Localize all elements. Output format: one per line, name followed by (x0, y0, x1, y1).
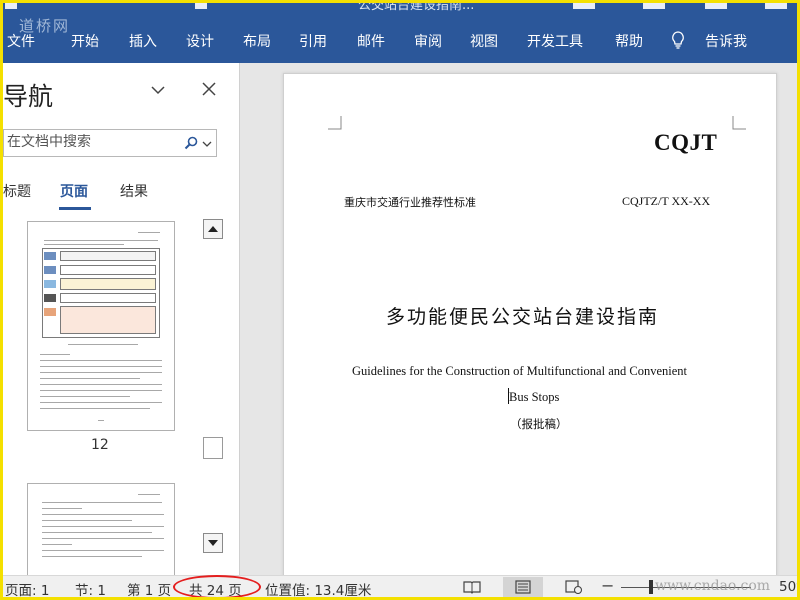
tell-me-search[interactable]: 告诉我 (705, 31, 747, 51)
standard-logo: CQJT (654, 130, 718, 155)
close-icon[interactable] (201, 81, 217, 97)
thumbnail-page-number: 12 (91, 437, 109, 453)
ribbon-display-icon[interactable] (573, 3, 595, 9)
scroll-down-button[interactable] (203, 533, 223, 553)
tab-design[interactable]: 设计 (186, 31, 214, 51)
watermark-url: www.cndao.com (655, 578, 771, 594)
text-cursor (508, 388, 509, 404)
document-title-en-line2: Bus Stops (509, 390, 560, 404)
search-input[interactable] (7, 134, 177, 150)
document-page[interactable]: CQJT 重庆市交通行业推荐性标准 CQJTZ/T XX-XX 多功能便民公交站… (283, 73, 777, 595)
tab-file[interactable]: 文件 (7, 31, 35, 51)
status-page[interactable]: 页面: 1 (5, 579, 49, 597)
window-frame: 公交站台建设指南... 道桥网 文件 开始 插入 设计 布局 引用 邮件 审阅 … (0, 0, 800, 600)
web-layout-icon[interactable] (565, 580, 583, 594)
tab-insert[interactable]: 插入 (129, 31, 157, 51)
tab-mailings[interactable]: 邮件 (357, 31, 385, 51)
scroll-thumb[interactable] (203, 437, 223, 459)
chevron-down-icon[interactable] (149, 83, 167, 97)
minimize-icon[interactable] (643, 3, 665, 9)
standard-series: 重庆市交通行业推荐性标准 (344, 196, 476, 209)
zoom-out-button[interactable]: − (601, 576, 614, 595)
search-icon[interactable] (184, 136, 198, 150)
tab-references[interactable]: 引用 (299, 31, 327, 51)
document-title-cn: 多功能便民公交站台建设指南 (386, 306, 660, 328)
zoom-slider-handle[interactable] (649, 580, 653, 594)
lightbulb-icon[interactable] (671, 31, 685, 49)
close-window-icon[interactable] (765, 3, 787, 9)
print-layout-icon (515, 580, 531, 594)
tab-developer[interactable]: 开发工具 (527, 31, 583, 51)
page-thumbnail-13[interactable] (27, 483, 175, 576)
tab-review[interactable]: 审阅 (414, 31, 442, 51)
read-mode-icon[interactable] (463, 580, 481, 594)
margin-corner-mark (732, 116, 746, 130)
scroll-up-button[interactable] (203, 219, 223, 239)
tab-help[interactable]: 帮助 (615, 31, 643, 51)
tab-view[interactable]: 视图 (470, 31, 498, 51)
navigation-pane: 导航 标题 页面 结果 (3, 63, 240, 576)
nav-tab-headings[interactable]: 标题 (3, 181, 31, 201)
zoom-level[interactable]: 50% (779, 579, 797, 595)
status-page-of[interactable]: 第 1 页 (127, 579, 171, 597)
status-bar: 页面: 1 节: 1 第 1 页 共 24 页 位置值: 13.4厘米 − ww… (3, 575, 797, 597)
window-title: 公交站台建设指南... (358, 3, 475, 11)
highlight-annotation (173, 575, 261, 597)
search-dropdown-icon[interactable] (202, 140, 212, 148)
title-bar: 公交站台建设指南... (3, 3, 797, 11)
active-tab-indicator (59, 207, 91, 210)
document-draft-status: （报批稿） (510, 417, 568, 431)
status-position[interactable]: 位置值: 13.4厘米 (265, 579, 371, 597)
triangle-down-icon (208, 540, 218, 546)
save-icon[interactable] (5, 3, 17, 9)
print-layout-button[interactable] (503, 577, 543, 597)
nav-scrollbar[interactable] (203, 219, 223, 555)
triangle-up-icon (208, 226, 218, 232)
status-section[interactable]: 节: 1 (75, 579, 106, 597)
maximize-icon[interactable] (705, 3, 727, 9)
nav-tab-pages[interactable]: 页面 (60, 181, 88, 201)
ribbon-tabs: 道桥网 文件 开始 插入 设计 布局 引用 邮件 审阅 视图 开发工具 帮助 告… (3, 11, 797, 63)
tab-home[interactable]: 开始 (71, 31, 99, 51)
customize-qat-icon[interactable] (195, 3, 207, 9)
standard-code: CQJTZ/T XX-XX (622, 194, 711, 208)
nav-search-box (3, 129, 217, 157)
page-thumbnail-12[interactable] (27, 221, 175, 431)
margin-corner-mark (328, 116, 342, 130)
document-title-en-line1: Guidelines for the Construction of Multi… (352, 364, 688, 378)
document-area[interactable]: CQJT 重庆市交通行业推荐性标准 CQJTZ/T XX-XX 多功能便民公交站… (240, 63, 797, 595)
nav-tab-results[interactable]: 结果 (120, 181, 148, 201)
nav-title: 导航 (3, 82, 54, 111)
tab-layout[interactable]: 布局 (243, 31, 271, 51)
